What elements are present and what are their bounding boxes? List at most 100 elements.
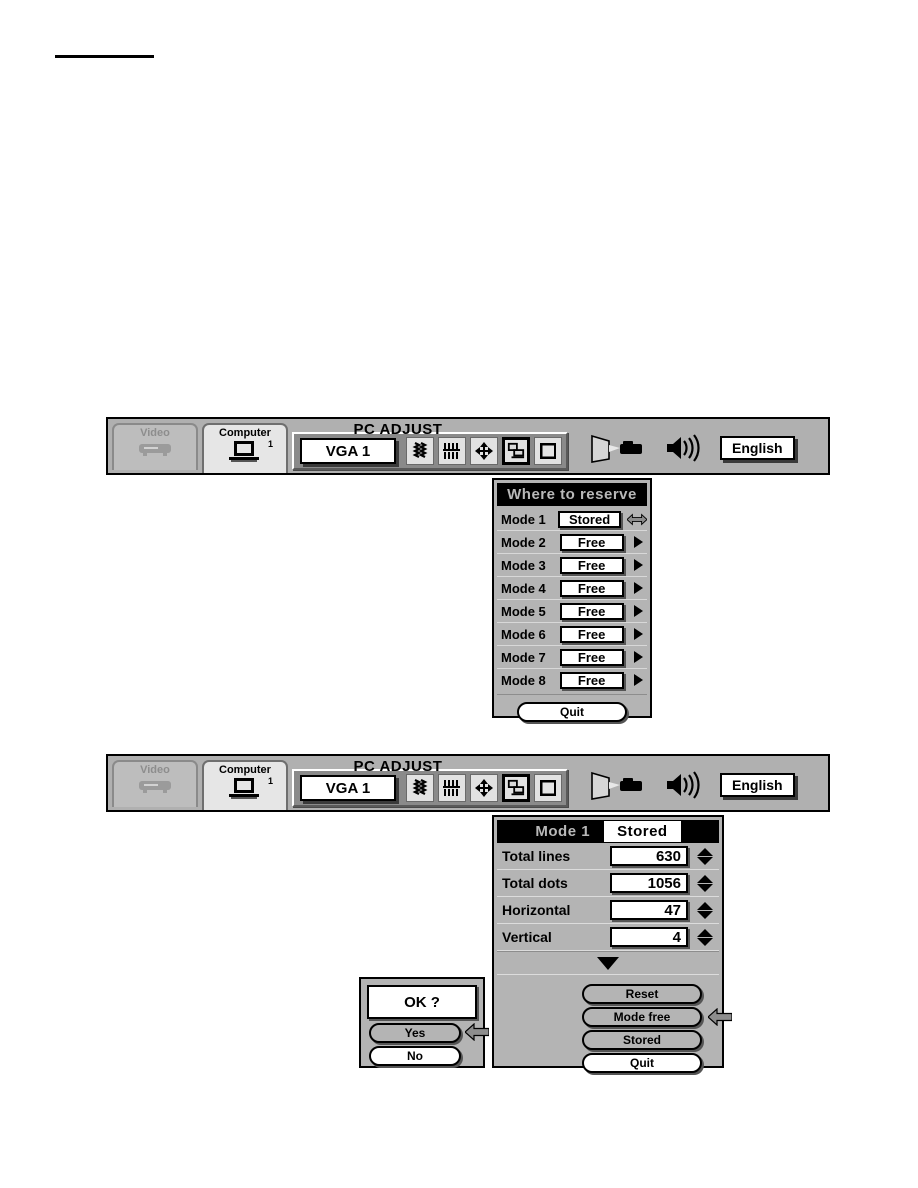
screen-icon[interactable] [534, 437, 562, 465]
pc-adjust-icon[interactable] [502, 774, 530, 802]
reserve-row-label: Mode 3 [501, 557, 546, 573]
laptop-icon [229, 441, 259, 462]
reserve-row-2[interactable]: Mode 2 Free [497, 531, 647, 554]
reserve-row-6[interactable]: Mode 6 Free [497, 623, 647, 646]
mode-value-row-horizontal[interactable]: Horizontal 47 [497, 897, 719, 924]
reserve-panel-title: Where to reserve [497, 483, 647, 506]
reserve-row-4[interactable]: Mode 4 Free [497, 577, 647, 600]
spinner-horizontal[interactable] [694, 901, 716, 919]
reserve-quit-button[interactable]: Quit [517, 702, 627, 722]
reserve-row-label: Mode 1 [501, 511, 546, 527]
mode-value-row-total-dots[interactable]: Total dots 1056 [497, 870, 719, 897]
mode-panel-title: Mode 1 Stored [497, 820, 719, 843]
mode-panel-title-mode: Mode 1 [535, 823, 591, 840]
tab-computer-label: Computer [219, 427, 271, 439]
scroll-down-indicator[interactable] [497, 951, 719, 975]
triangle-right-icon [630, 651, 647, 663]
fine-sync-icon[interactable] [406, 437, 434, 465]
reserve-row-label: Mode 7 [501, 649, 546, 665]
pc-adjust-icon[interactable] [502, 437, 530, 465]
confirm-prompt: OK ? [367, 985, 477, 1019]
mode-value-row-vertical[interactable]: Vertical 4 [497, 924, 719, 951]
tab-video-label: Video [140, 764, 170, 776]
osd-menu-bar-top: PC ADJUST Video Computer 1 VGA 1 English [106, 417, 830, 475]
mode-value-rows: Total lines 630 Total dots 1056 Horizont… [497, 843, 719, 951]
mode-quit-button[interactable]: Quit [582, 1053, 702, 1073]
osd-menu-bar-bottom: PC ADJUST Video Computer 1 VGA 1 English [106, 754, 830, 812]
triangle-right-icon [630, 559, 647, 571]
left-arrow-icon [464, 1022, 490, 1046]
mode-value-row-total-lines[interactable]: Total lines 630 [497, 843, 719, 870]
reserve-row-1[interactable]: Mode 1 Stored [497, 508, 647, 531]
spinner-vertical[interactable] [694, 928, 716, 946]
language-button-bottom[interactable]: English [720, 773, 795, 797]
triangle-right-icon [630, 582, 647, 594]
tab-computer-index: 1 [267, 776, 273, 786]
volume-speaker-icon[interactable] [664, 771, 704, 799]
page-top-rule [55, 55, 154, 58]
reserve-row-label: Mode 4 [501, 580, 546, 596]
source-value-top[interactable]: VGA 1 [300, 438, 396, 464]
confirm-dialog: OK ? Yes No [359, 977, 490, 1068]
reserve-row-value[interactable]: Free [559, 579, 624, 597]
reserve-row-label: Mode 5 [501, 603, 546, 619]
total-dots-icon[interactable] [438, 774, 466, 802]
language-button-top[interactable]: English [720, 436, 795, 460]
spinner-total-dots[interactable] [694, 874, 716, 892]
tab-computer-bottom[interactable]: Computer 1 [202, 760, 288, 810]
reserve-row-value[interactable]: Stored [558, 510, 621, 528]
confirm-no-button[interactable]: No [369, 1046, 461, 1066]
reserve-row-value[interactable]: Free [559, 625, 624, 643]
volume-speaker-icon[interactable] [664, 434, 704, 462]
reserve-row-value[interactable]: Free [559, 533, 624, 551]
position-arrows-icon[interactable] [470, 774, 498, 802]
tab-computer-index: 1 [267, 439, 273, 449]
reserve-row-8[interactable]: Mode 8 Free [497, 669, 647, 691]
screen-icon[interactable] [534, 774, 562, 802]
mode-panel-title-state: Stored [604, 821, 681, 842]
position-arrows-icon[interactable] [470, 437, 498, 465]
triangle-right-icon [630, 536, 647, 548]
mode-value-field[interactable]: 47 [610, 900, 688, 920]
reset-button[interactable]: Reset [582, 984, 702, 1004]
tab-computer-top[interactable]: Computer 1 [202, 423, 288, 473]
reserve-row-label: Mode 8 [501, 672, 546, 688]
mode-value-label: Horizontal [502, 902, 571, 918]
reserve-row-5[interactable]: Mode 5 Free [497, 600, 647, 623]
mode-panel-buttons: Reset Mode free Stored Quit [497, 975, 733, 1073]
mode-value-field[interactable]: 4 [610, 927, 688, 947]
mode-value-field[interactable]: 1056 [610, 873, 688, 893]
reserve-row-7[interactable]: Mode 7 Free [497, 646, 647, 669]
spinner-total-lines[interactable] [694, 847, 716, 865]
reserve-row-value[interactable]: Free [559, 556, 624, 574]
triangle-right-icon [630, 674, 647, 686]
reserve-row-label: Mode 6 [501, 626, 546, 642]
triangle-right-icon [630, 605, 647, 617]
stored-button[interactable]: Stored [582, 1030, 702, 1050]
tab-computer-label: Computer [219, 764, 271, 776]
vcr-icon [139, 444, 171, 456]
source-value-bottom[interactable]: VGA 1 [300, 775, 396, 801]
triangle-down-icon [597, 956, 619, 970]
tab-video-label: Video [140, 427, 170, 439]
tab-video-bottom[interactable]: Video [112, 760, 198, 807]
reserve-row-3[interactable]: Mode 3 Free [497, 554, 647, 577]
reserve-row-value[interactable]: Free [559, 648, 624, 666]
triangle-right-icon [630, 628, 647, 640]
vcr-icon [139, 781, 171, 793]
reserve-row-value[interactable]: Free [559, 602, 624, 620]
mode-value-label: Total lines [502, 848, 571, 864]
double-arrow-icon [627, 512, 647, 527]
fine-sync-icon[interactable] [406, 774, 434, 802]
mode-value-field[interactable]: 630 [610, 846, 688, 866]
tab-video-top[interactable]: Video [112, 423, 198, 470]
mode-value-label: Total dots [502, 875, 568, 891]
mode-adjust-panel: Mode 1 Stored Total lines 630 Total dots … [492, 815, 733, 1073]
mode-free-button[interactable]: Mode free [582, 1007, 702, 1027]
total-dots-icon[interactable] [438, 437, 466, 465]
reserve-row-label: Mode 2 [501, 534, 546, 550]
confirm-yes-button[interactable]: Yes [369, 1023, 461, 1043]
reserve-row-value[interactable]: Free [559, 671, 624, 689]
left-arrow-icon [707, 1007, 733, 1031]
mode-value-label: Vertical [502, 929, 552, 945]
